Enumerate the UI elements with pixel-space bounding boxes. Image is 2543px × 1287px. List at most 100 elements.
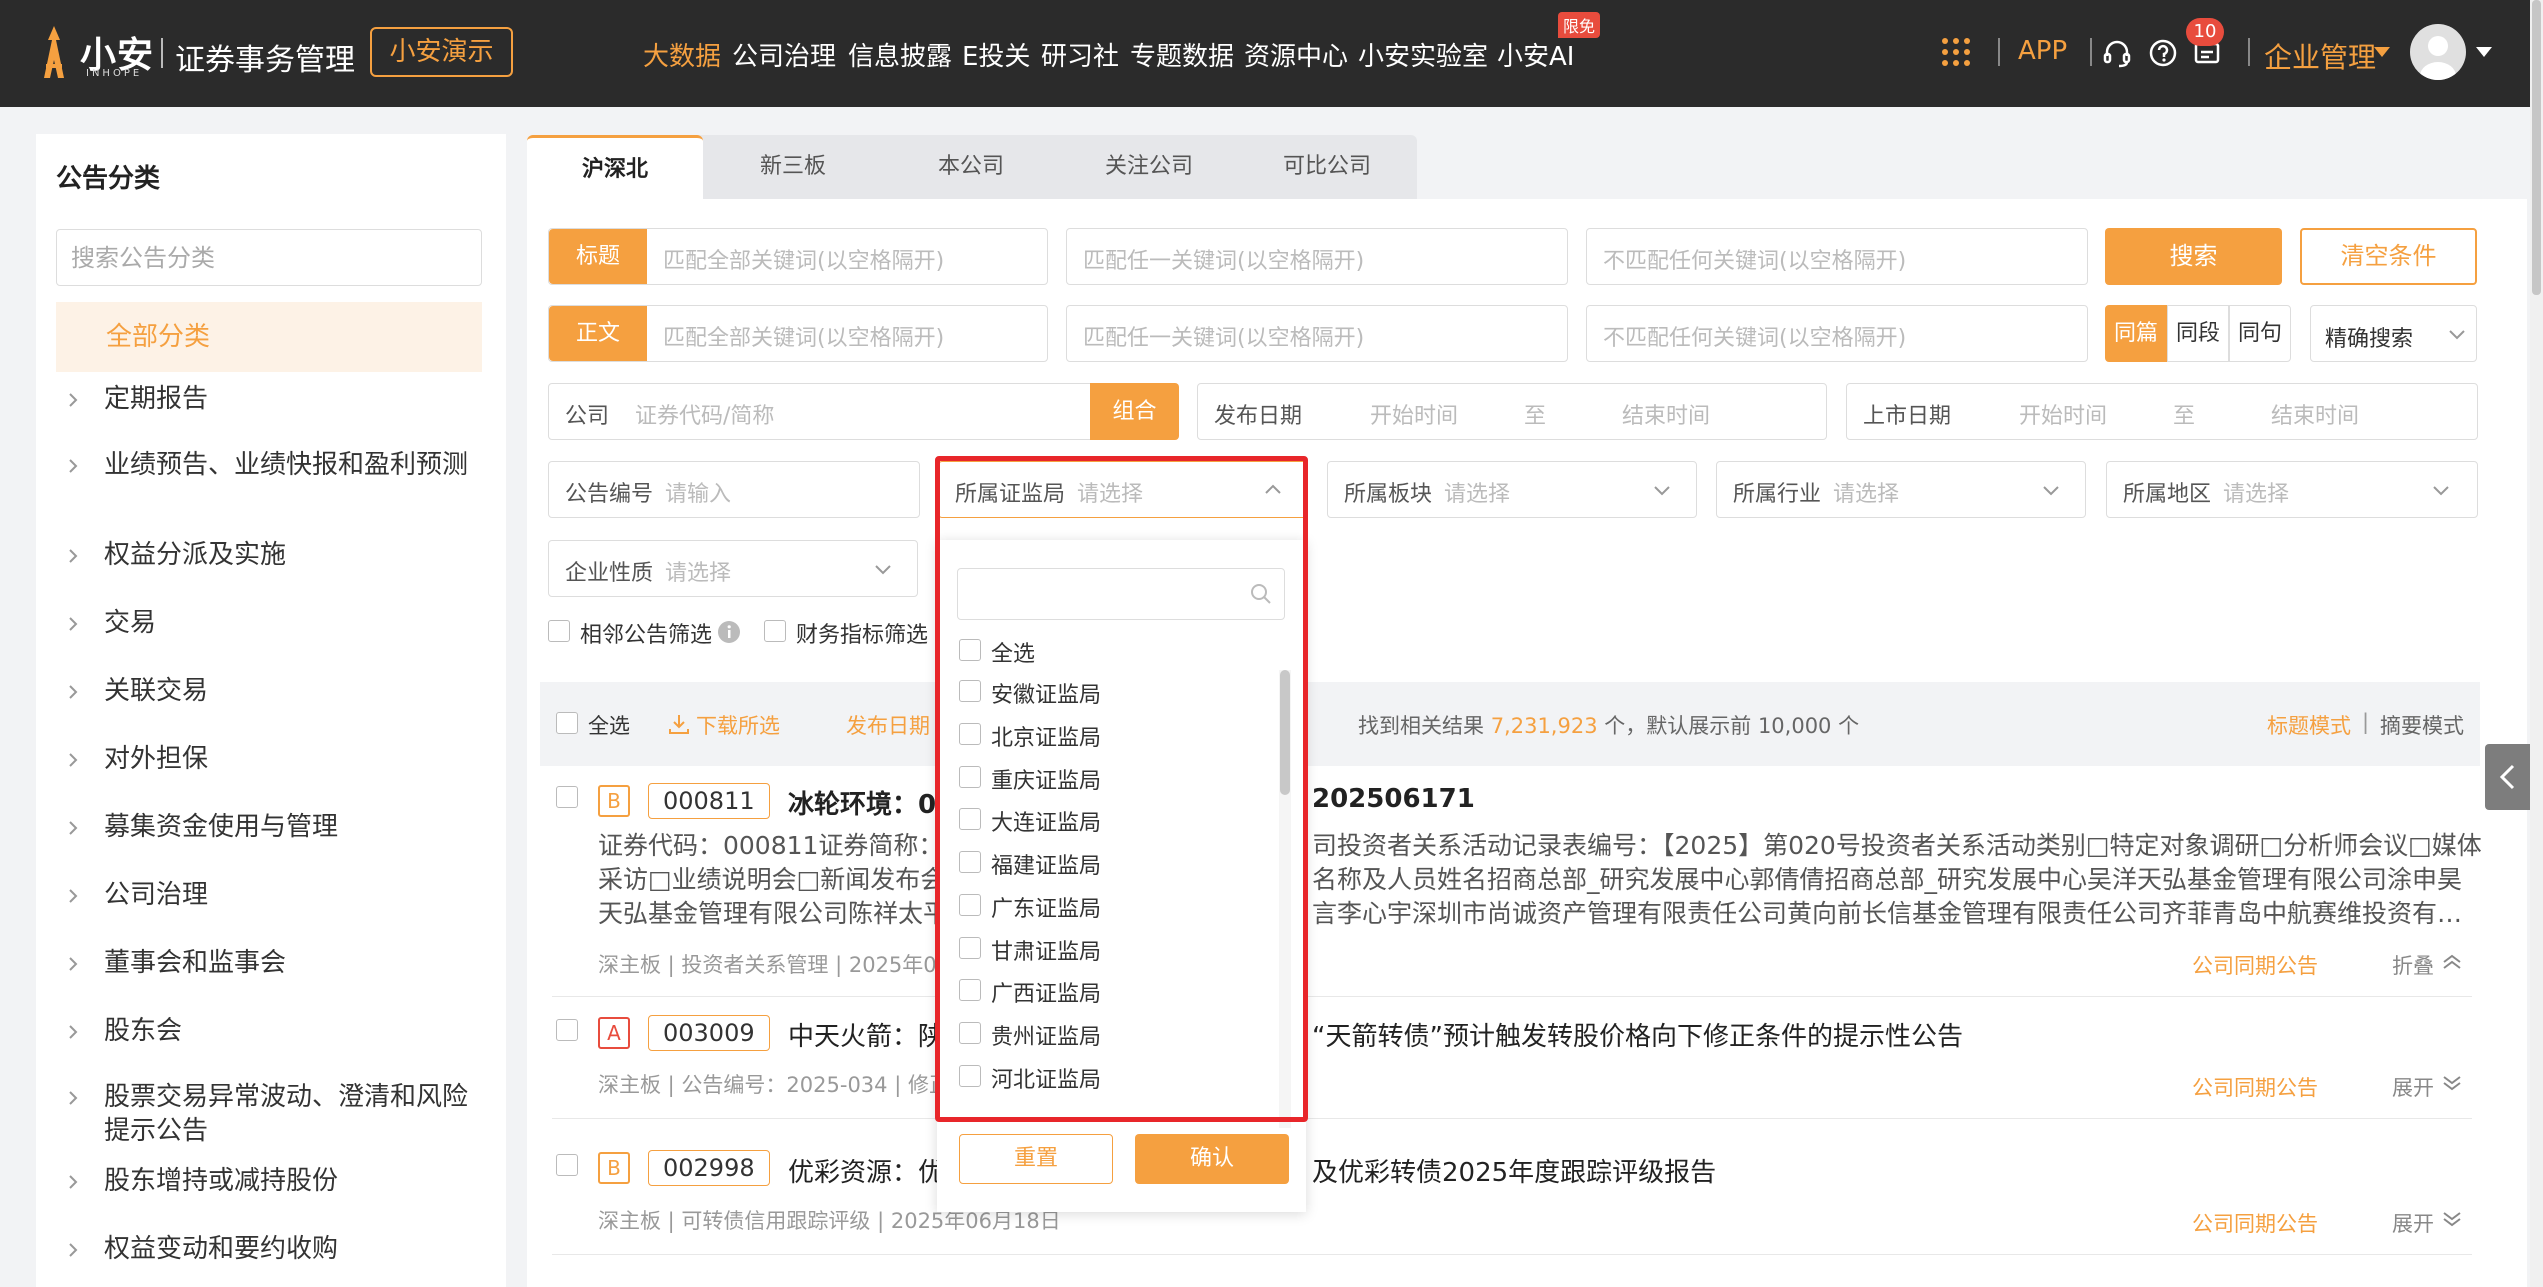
regulator-search-input[interactable]: [957, 568, 1285, 620]
title-match-all-input[interactable]: 匹配全部关键词(以空格隔开): [663, 243, 944, 275]
company-same-period-link[interactable]: 公司同期公告: [2192, 1072, 2318, 1102]
collapse-toggle[interactable]: 折叠: [2392, 950, 2434, 980]
option-checkbox[interactable]: [959, 766, 981, 788]
region-select[interactable]: 所属地区 请选择: [2106, 461, 2478, 518]
sidebar-item[interactable]: 股票交易异常波动、澄清和风险提示公告: [56, 1080, 482, 1148]
option-checkbox[interactable]: [959, 723, 981, 745]
notice-number-field[interactable]: 公告编号 请输入: [548, 461, 920, 518]
result-title[interactable]: 冰轮环境：00: [788, 784, 954, 821]
stock-code[interactable]: 003009: [648, 1015, 770, 1051]
company-input[interactable]: 证券代码/简称: [635, 398, 774, 430]
sidebar-item[interactable]: 权益变动和要约收购: [56, 1232, 482, 1266]
result-title-tail[interactable]: 202506171: [1312, 784, 1475, 814]
demo-button[interactable]: 小安演示: [370, 27, 513, 77]
expand-toggle[interactable]: 展开: [2392, 1072, 2434, 1102]
publish-date-range[interactable]: 发布日期 开始时间 至 结束时间: [1197, 383, 1827, 440]
tab-shanghai-shenzhen-beijing[interactable]: 沪深北: [527, 135, 703, 199]
listing-end-input[interactable]: 结束时间: [2271, 398, 2359, 430]
search-button[interactable]: 搜索: [2105, 228, 2282, 285]
tab-new-third-board[interactable]: 新三板: [705, 135, 881, 199]
headset-icon[interactable]: [2102, 38, 2132, 68]
result-checkbox[interactable]: [556, 1019, 578, 1041]
reset-button[interactable]: 重置: [959, 1134, 1113, 1184]
nav-big-data[interactable]: 大数据: [643, 36, 721, 73]
sidebar-item[interactable]: 公司治理: [56, 878, 482, 912]
sidebar-item[interactable]: 权益分派及实施: [56, 538, 482, 572]
title-mode-toggle[interactable]: 标题模式: [2267, 710, 2351, 740]
industry-select[interactable]: 所属行业 请选择: [1716, 461, 2086, 518]
body-match-none-input[interactable]: 不匹配任何关键词(以空格隔开): [1586, 305, 2088, 362]
clear-conditions-button[interactable]: 清空条件: [2300, 228, 2477, 285]
body-match-any-input[interactable]: 匹配任一关键词(以空格隔开): [1066, 305, 1568, 362]
company-same-period-link[interactable]: 公司同期公告: [2192, 950, 2318, 980]
sector-select[interactable]: 所属板块 请选择: [1327, 461, 1697, 518]
sidebar-item[interactable]: 募集资金使用与管理: [56, 810, 482, 844]
publish-start-input[interactable]: 开始时间: [1370, 398, 1458, 430]
help-icon[interactable]: [2148, 38, 2178, 68]
tab-comparable-companies[interactable]: 可比公司: [1239, 135, 1415, 199]
sidebar-item[interactable]: 对外担保: [56, 742, 482, 776]
sidebar-item[interactable]: 股东会: [56, 1014, 482, 1048]
avatar[interactable]: [2410, 24, 2466, 80]
company-field[interactable]: 公司 证券代码/简称: [548, 383, 1136, 440]
nav-resource-center[interactable]: 资源中心: [1244, 36, 1348, 73]
stock-code[interactable]: 000811: [648, 783, 770, 819]
adjacent-filter-checkbox[interactable]: [548, 620, 570, 642]
result-checkbox[interactable]: [556, 786, 578, 808]
download-selected-button[interactable]: 下载所选: [696, 710, 780, 740]
expand-toggle[interactable]: 展开: [2392, 1208, 2434, 1238]
tab-own-company[interactable]: 本公司: [883, 135, 1059, 199]
option-checkbox[interactable]: [959, 808, 981, 830]
app-download-link[interactable]: APP: [2018, 36, 2067, 66]
publish-end-input[interactable]: 结束时间: [1622, 398, 1710, 430]
scope-same-sentence[interactable]: 同句: [2229, 305, 2291, 362]
sidebar-item[interactable]: 交易: [56, 606, 482, 640]
sidebar-item-all[interactable]: 全部分类: [56, 302, 482, 372]
title-label[interactable]: 标题: [549, 229, 647, 284]
sidebar-item[interactable]: 股东增持或减持股份: [56, 1164, 482, 1198]
select-all-checkbox[interactable]: [556, 712, 578, 734]
chevron-down-double-icon[interactable]: [2442, 1211, 2462, 1227]
category-search-input[interactable]: [56, 229, 482, 286]
body-match-all-field[interactable]: 正文 匹配全部关键词(以空格隔开): [548, 305, 1048, 362]
nav-lab[interactable]: 小安实验室: [1358, 36, 1488, 73]
confirm-button[interactable]: 确认: [1135, 1134, 1289, 1184]
option-checkbox[interactable]: [959, 894, 981, 916]
combo-button[interactable]: 组合: [1090, 383, 1179, 440]
result-title-tail[interactable]: “天箭转债”预计触发转股价格向下修正条件的提示性公告: [1312, 1016, 1963, 1053]
nav-e-investor-relations[interactable]: E投关: [962, 36, 1030, 73]
caret-down-icon[interactable]: [2476, 47, 2492, 57]
body-label[interactable]: 正文: [549, 306, 647, 361]
tab-followed-companies[interactable]: 关注公司: [1061, 135, 1237, 199]
result-checkbox[interactable]: [556, 1154, 578, 1176]
title-match-none-input[interactable]: 不匹配任何关键词(以空格隔开): [1586, 228, 2088, 285]
title-match-any-input[interactable]: 匹配任一关键词(以空格隔开): [1066, 228, 1568, 285]
caret-down-icon[interactable]: [2374, 47, 2390, 57]
stock-code[interactable]: 002998: [648, 1150, 770, 1186]
sidebar-item[interactable]: 业绩预告、业绩快报和盈利预测: [56, 448, 482, 482]
nav-disclosure[interactable]: 信息披露: [848, 36, 952, 73]
result-title[interactable]: 中天火箭：陕: [788, 1016, 944, 1053]
sidebar-item[interactable]: 关联交易: [56, 674, 482, 708]
title-match-all-field[interactable]: 标题 匹配全部关键词(以空格隔开): [548, 228, 1048, 285]
chevron-down-double-icon[interactable]: [2442, 1075, 2462, 1091]
option-checkbox[interactable]: [959, 1065, 981, 1087]
listing-start-input[interactable]: 开始时间: [2019, 398, 2107, 430]
page-scrollbar-thumb[interactable]: [2532, 0, 2541, 295]
nav-topic-data[interactable]: 专题数据: [1130, 36, 1234, 73]
regulator-select[interactable]: 所属证监局 请选择: [938, 461, 1308, 518]
options-scrollbar-thumb[interactable]: [1280, 670, 1290, 795]
result-title-tail[interactable]: 及优彩转债2025年度跟踪评级报告: [1312, 1152, 1716, 1189]
download-icon[interactable]: [668, 713, 690, 735]
chevron-up-double-icon[interactable]: [2442, 954, 2462, 970]
sidebar-item[interactable]: 定期报告: [56, 382, 482, 416]
body-match-all-input[interactable]: 匹配全部关键词(以空格隔开): [663, 320, 944, 352]
nav-study-club[interactable]: 研习社: [1041, 36, 1119, 73]
result-title[interactable]: 优彩资源：优: [788, 1152, 944, 1189]
summary-mode-toggle[interactable]: 摘要模式: [2380, 710, 2464, 740]
nav-ai[interactable]: 小安AI: [1497, 36, 1574, 73]
notice-number-input[interactable]: 请输入: [665, 476, 731, 508]
option-checkbox[interactable]: [959, 639, 981, 661]
option-checkbox[interactable]: [959, 680, 981, 702]
sort-by-publish-date[interactable]: 发布日期: [846, 710, 930, 740]
